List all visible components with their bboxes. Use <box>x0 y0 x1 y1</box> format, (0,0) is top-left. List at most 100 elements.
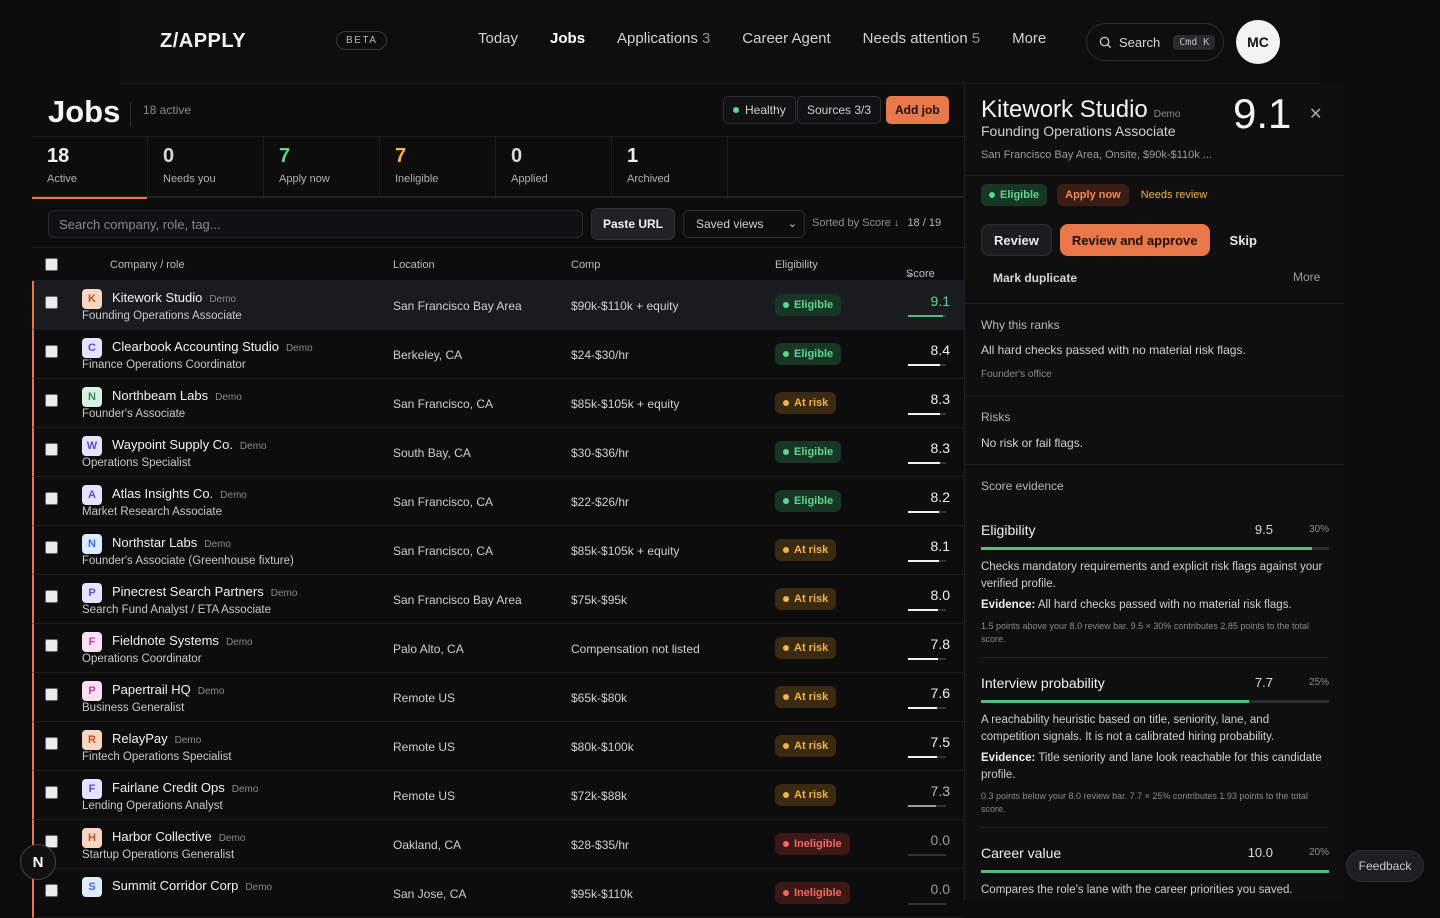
divider <box>965 464 1345 465</box>
eligibility-badge: At risk <box>775 539 837 561</box>
evidence-name: Career value <box>981 845 1062 861</box>
company-logo: K <box>82 289 102 309</box>
row-checkbox[interactable] <box>45 786 58 799</box>
score-bar-fill <box>908 560 939 562</box>
table-row[interactable]: K Kitework Studio Demo Founding Operation… <box>32 281 964 330</box>
row-checkbox[interactable] <box>45 345 58 358</box>
table-row[interactable]: C Clearbook Accounting Studio Demo Financ… <box>32 330 964 379</box>
company-logo: F <box>82 779 102 799</box>
row-checkbox[interactable] <box>45 590 58 603</box>
row-checkbox[interactable] <box>45 639 58 652</box>
table-row[interactable]: F Fieldnote Systems Demo Operations Coord… <box>32 624 964 673</box>
row-checkbox[interactable] <box>45 737 58 750</box>
nav-item-more[interactable]: More <box>1012 30 1046 47</box>
jobs-main: Jobs 18 active Healthy Sources 3/3 Add j… <box>32 84 964 918</box>
table-row[interactable]: N Northbeam Labs Demo Founder's Associate… <box>32 379 964 428</box>
col-location[interactable]: Location <box>393 259 435 271</box>
score-value: 9.1 <box>930 293 950 309</box>
company-name: Kitework Studio Demo <box>112 290 237 305</box>
jobs-search-input[interactable] <box>48 210 583 238</box>
nav-item-today[interactable]: Today <box>478 30 518 47</box>
status-dot-icon <box>783 302 789 308</box>
assistant-bubble[interactable]: N <box>20 844 56 880</box>
table-row[interactable]: R RelayPay Demo Fintech Operations Specia… <box>32 722 964 771</box>
row-checkbox[interactable] <box>45 492 58 505</box>
evidence-item[interactable]: Interview probability 7.7 25% A reachabili… <box>981 675 1329 828</box>
paste-url-button[interactable]: Paste URL <box>591 208 675 240</box>
health-status-button[interactable]: Healthy <box>723 96 796 124</box>
evidence-description: Compares the role's lane with the career… <box>981 884 1293 896</box>
table-row[interactable]: A Atlas Insights Co. Demo Market Research… <box>32 477 964 526</box>
location-cell: San Jose, CA <box>393 887 467 901</box>
table-row[interactable]: S Summit Corridor Corp Demo San Jose, CA … <box>32 869 964 918</box>
user-avatar[interactable]: MC <box>1236 20 1280 64</box>
row-checkbox[interactable] <box>45 296 58 309</box>
search-icon <box>1099 36 1112 48</box>
score-bar <box>908 413 946 415</box>
review-approve-button[interactable]: Review and approve <box>1059 224 1210 256</box>
app-logo[interactable]: Z/APPLY <box>160 30 246 53</box>
company-name: Northbeam Labs Demo <box>112 388 242 403</box>
more-button[interactable]: More <box>1293 270 1320 284</box>
stat-tab[interactable]: 1 Archived <box>612 137 728 197</box>
role-title: Founder's Associate <box>82 408 186 420</box>
location-cell: Remote US <box>393 740 456 754</box>
comp-cell: $90k-$110k + equity <box>571 299 679 313</box>
sources-button[interactable]: Sources 3/3 <box>797 96 882 124</box>
col-comp[interactable]: Comp <box>571 259 600 271</box>
table-row[interactable]: F Fairlane Credit Ops Demo Lending Operat… <box>32 771 964 820</box>
page-title: Jobs <box>48 94 121 129</box>
mark-duplicate-button[interactable]: Mark duplicate <box>993 271 1077 285</box>
table-row[interactable]: W Waypoint Supply Co. Demo Operations Spe… <box>32 428 964 477</box>
demo-tag: Demo <box>197 686 225 697</box>
stat-tab[interactable]: 0 Needs you <box>148 137 264 197</box>
col-eligibility[interactable]: Eligibility <box>775 259 818 271</box>
score-bar-fill <box>908 511 940 513</box>
nav-item-needs-attention[interactable]: Needs attention 5 <box>863 30 980 47</box>
divider <box>130 102 131 126</box>
evidence-detail: Evidence: All hard checks passed with no… <box>981 599 1292 611</box>
demo-tag: Demo <box>239 441 267 452</box>
demo-tag: Demo <box>204 539 231 550</box>
score-value: 7.8 <box>930 636 950 652</box>
nav-item-career-agent[interactable]: Career Agent <box>742 30 830 47</box>
role-title: Fintech Operations Specialist <box>82 751 232 763</box>
stat-tab[interactable]: 18 Active <box>32 137 148 199</box>
close-icon[interactable]: ✕ <box>1309 104 1322 124</box>
table-row[interactable]: H Harbor Collective Demo Startup Operatio… <box>32 820 964 869</box>
stat-tab[interactable]: 7 Ineligible <box>380 137 496 197</box>
stat-label: Apply now <box>279 173 330 185</box>
row-checkbox[interactable] <box>45 394 58 407</box>
global-search-button[interactable]: Search Cmd K <box>1086 23 1224 61</box>
company-logo: R <box>82 730 102 750</box>
beta-badge: BETA <box>336 31 388 50</box>
evidence-description: Checks mandatory requirements and explic… <box>981 561 1323 590</box>
feedback-button[interactable]: Feedback <box>1346 850 1424 882</box>
score-bar <box>908 511 946 513</box>
review-button[interactable]: Review <box>981 224 1052 256</box>
stat-tab[interactable]: 7 Apply now <box>264 137 380 197</box>
evidence-item[interactable]: Career value 10.0 20% Compares the role's … <box>981 845 1329 899</box>
stat-tab[interactable]: 0 Applied <box>496 137 612 197</box>
evidence-item[interactable]: Eligibility 9.5 30% Checks mandatory requi… <box>981 522 1329 658</box>
skip-button[interactable]: Skip <box>1218 224 1269 256</box>
table-row[interactable]: P Papertrail HQ Demo Business Generalist … <box>32 673 964 722</box>
row-checkbox[interactable] <box>45 884 58 897</box>
row-checkbox[interactable] <box>45 541 58 554</box>
saved-views-select[interactable]: Saved views ⌄ <box>683 210 805 238</box>
add-job-button[interactable]: Add job <box>886 96 949 124</box>
status-dot-icon <box>989 192 995 198</box>
row-checkbox[interactable] <box>45 688 58 701</box>
col-company[interactable]: Company / role <box>110 259 185 271</box>
nav-item-applications[interactable]: Applications 3 <box>617 30 710 47</box>
table-row[interactable]: P Pinecrest Search Partners Demo Search F… <box>32 575 964 624</box>
table-row[interactable]: N Northstar Labs Demo Founder's Associate… <box>32 526 964 575</box>
stat-label: Ineligible <box>395 173 439 185</box>
nav-item-jobs[interactable]: Jobs <box>550 30 585 47</box>
row-checkbox[interactable] <box>45 443 58 456</box>
sort-indicator[interactable]: Sorted by Score ↓ 18 / 19 <box>812 217 941 229</box>
select-all-checkbox[interactable] <box>45 258 58 271</box>
score-bar <box>908 903 946 905</box>
comp-cell: $95k-$110k <box>571 887 633 901</box>
location-cell: Palo Alto, CA <box>393 642 464 656</box>
